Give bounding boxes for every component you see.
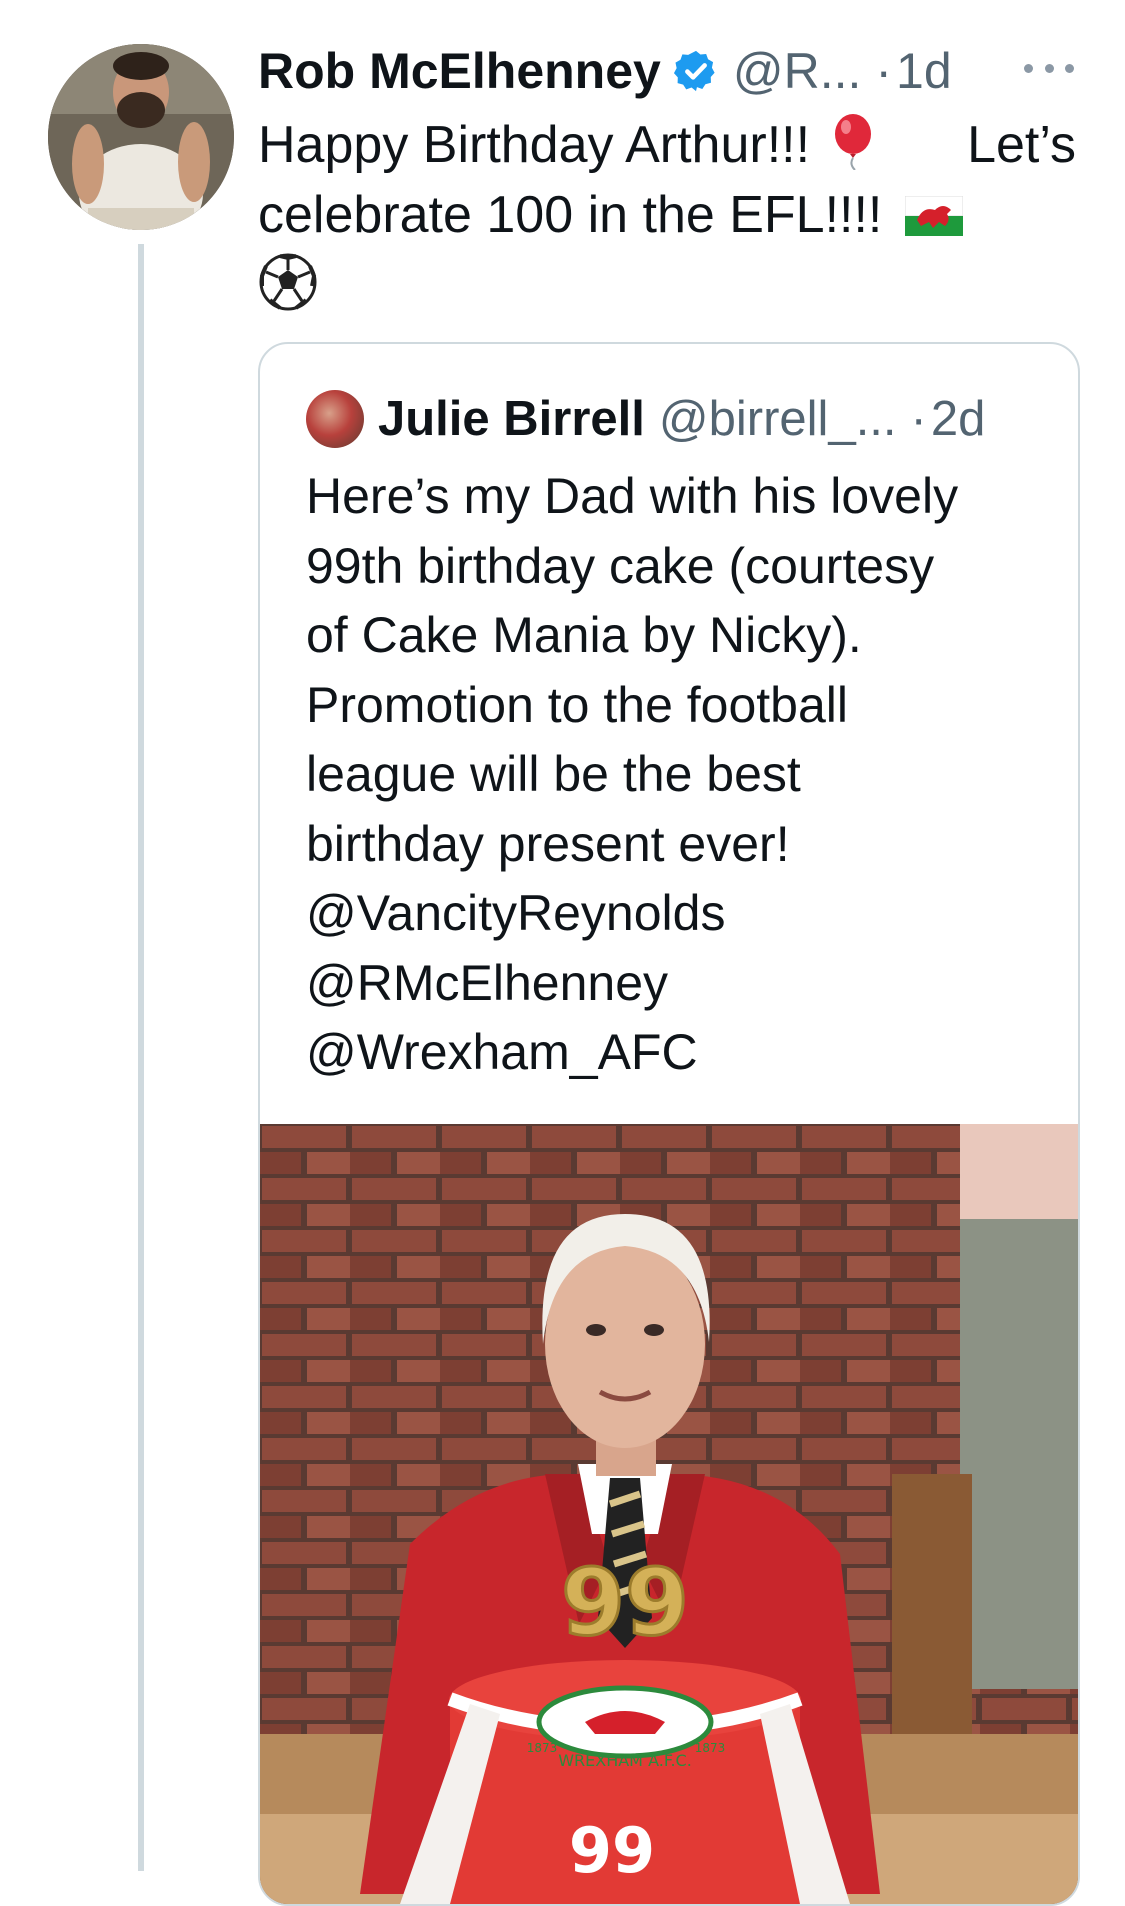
quoted-text-line: birthday present ever! [306,815,790,872]
tweet-header: Rob McElhenney @R... · 1d [258,36,1088,106]
author-handle[interactable]: @R... [733,42,862,100]
tweet-text-line1: Happy Birthday Arthur!!! [258,116,811,174]
tweet-text-line2: celebrate 100 in the EFL!!!! [258,186,883,244]
tweet-photo[interactable]: 99 WREXHAM A.F.C. 1873 1873 99 [260,1124,1078,1904]
quoted-author-handle[interactable]: @birrell_... [659,391,897,447]
tweet-time[interactable]: 1d [896,42,952,100]
soccer-ball-icon [259,253,317,311]
author-name[interactable]: Rob McElhenney [258,42,661,100]
tweet-text: Happy Birthday Arthur!!! Let’s celebrate… [258,110,1088,320]
crest-text: WREXHAM A.F.C. [558,1751,692,1770]
mention-link[interactable]: @VancityReynolds [306,879,1046,949]
candle-number: 99 [561,1549,689,1656]
quoted-text-line: league will be the best [306,746,801,802]
more-options-icon[interactable] [1024,48,1074,88]
crest-year: 1873 [695,1741,726,1755]
mention-link[interactable]: @Wrexham_AFC [306,1018,1046,1088]
quoted-text-line: Promotion to the football [306,676,848,733]
separator-dot: · [875,43,893,99]
mention-link[interactable]: @RMcElhenney [306,949,1046,1019]
quoted-tweet-header: Julie Birrell @birrell_... · 2d [306,388,1066,450]
crest-year: 1873 [527,1741,558,1755]
author-avatar[interactable] [48,44,234,230]
wales-flag-icon [904,196,963,236]
balloon-icon [834,114,871,170]
quoted-tweet-time[interactable]: 2d [931,391,986,447]
quoted-text-line: Here’s my Dad with his lovely [306,468,959,524]
tweet-text-line1b: Let’s [967,116,1076,174]
verified-badge-icon[interactable] [673,48,719,94]
quoted-tweet-text: Here’s my Dad with his lovely 99th birth… [306,462,1046,1088]
quoted-author-name[interactable]: Julie Birrell [378,391,645,447]
quoted-author-avatar[interactable] [306,390,364,448]
thread-line [138,244,144,1871]
quoted-tweet[interactable]: Julie Birrell @birrell_... · 2d Here’s m… [258,342,1080,1906]
quoted-text-line: of Cake Mania by Nicky). [306,607,862,663]
quoted-text-line: 99th birthday cake (courtesy [306,537,935,594]
separator-dot: · [910,392,927,446]
avatar-photo [48,44,234,230]
candle-numbers: 99 [559,1548,690,1658]
cake-number: 99 [569,1814,655,1887]
